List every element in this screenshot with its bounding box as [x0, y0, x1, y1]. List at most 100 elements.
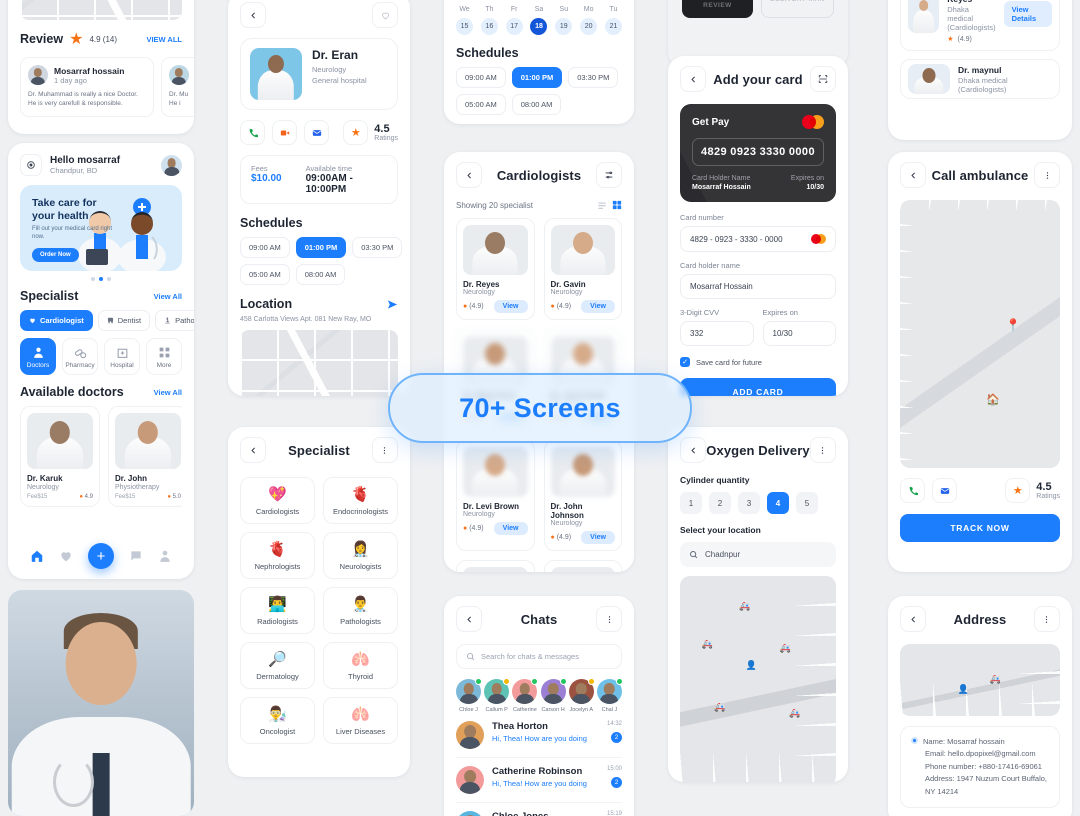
quantity-selector[interactable]: 1 2 3 4 5 — [680, 492, 836, 514]
calendar-day[interactable]: We 15 — [456, 6, 473, 35]
dot-active[interactable] — [99, 277, 103, 281]
day-number[interactable]: 17 — [505, 18, 523, 35]
menu-button[interactable] — [371, 437, 398, 463]
quick-action-more[interactable]: More — [146, 338, 182, 375]
scan-card-button[interactable] — [810, 66, 836, 92]
back-button[interactable] — [900, 606, 926, 632]
schedule-slot[interactable]: 05:00 AM — [456, 94, 506, 115]
home-icon[interactable] — [30, 549, 44, 563]
quick-action-doctors[interactable]: Doctors — [20, 338, 56, 375]
list-view-icon[interactable] — [597, 201, 607, 210]
filter-button[interactable] — [596, 162, 622, 188]
doctor-card[interactable]: Dr. John Johnson Neurology ● (4.9) View — [543, 440, 622, 551]
address-map[interactable]: 🚑 👤 — [900, 644, 1060, 716]
specialist-cell-nephrologists[interactable]: 🫀 Nephrologists — [240, 532, 315, 579]
schedule-slot[interactable]: 08:00 AM — [511, 94, 562, 115]
location-input[interactable]: Chadnpur — [680, 542, 836, 567]
location-map[interactable] — [240, 330, 398, 396]
chip-dentist[interactable]: Dentist — [97, 310, 151, 331]
grid-view-icon[interactable] — [612, 200, 622, 210]
specialist-cell-thyroid[interactable]: 🫁 Thyroid — [323, 642, 398, 689]
menu-button[interactable] — [1034, 162, 1060, 188]
specialist-cell-dermatology[interactable]: 🔎 Dermatology — [240, 642, 315, 689]
tab-customer-review[interactable]: CUSTOMER REVIEW — [682, 0, 753, 18]
story-item[interactable]: Catherine — [512, 678, 539, 713]
address-details-box[interactable]: Name: Mosarraf hossain Email: hello.dpop… — [900, 726, 1060, 808]
back-button[interactable] — [456, 162, 482, 188]
message-button[interactable] — [932, 478, 957, 503]
qty-option-1[interactable]: 1 — [680, 492, 702, 514]
ambulance-map[interactable]: 📍 🏠 — [900, 200, 1060, 468]
specialist-cell-neurologists[interactable]: 👩‍⚕️ Neurologists — [323, 532, 398, 579]
view-button[interactable]: View — [493, 522, 528, 535]
person-icon[interactable] — [158, 549, 172, 563]
location-icon[interactable] — [20, 154, 42, 176]
story-item[interactable]: Jocelyn A — [568, 678, 595, 713]
quick-action-pharmacy[interactable]: Pharmacy — [62, 338, 98, 375]
radio-selected-icon[interactable] — [911, 737, 918, 744]
story-item[interactable]: Carson H — [540, 678, 567, 713]
schedule-slot[interactable]: 08:00 AM — [295, 264, 346, 285]
qty-option-5[interactable]: 5 — [796, 492, 818, 514]
specialist-view-all[interactable]: View All — [154, 292, 182, 301]
message-button[interactable] — [304, 120, 329, 145]
specialist-cell-cardiologists[interactable]: 💖 Cardiologists — [240, 477, 315, 524]
calendar-day-selected[interactable]: Sa 18 — [530, 6, 548, 35]
schedule-slot-active[interactable]: 01:00 PM — [511, 67, 563, 88]
view-button[interactable]: View — [493, 300, 528, 313]
bottom-tabbar[interactable]: + — [8, 533, 194, 579]
specialist-cell-liver-diseases[interactable]: 🫁 Liver Diseases — [323, 697, 398, 744]
menu-button[interactable] — [596, 606, 622, 632]
doctor-card[interactable]: Dr. Levi Brown Neurology ● (4.9) View — [456, 440, 535, 551]
doctor-card[interactable] — [543, 560, 622, 572]
calendar-day[interactable]: Tu 21 — [604, 6, 622, 35]
dot[interactable] — [107, 277, 111, 281]
favorite-button[interactable] — [372, 2, 398, 28]
delivery-map[interactable]: 🚑 🚑 🚑 👤 🚑 🚑 — [680, 576, 836, 782]
day-number[interactable]: 20 — [580, 18, 598, 35]
back-button[interactable] — [240, 2, 266, 28]
doctor-list-row[interactable]: Dr. Gavin Reyes Dhaka medical (Cardiolog… — [900, 0, 1060, 51]
qty-option-4[interactable]: 4 — [767, 492, 789, 514]
add-card-button[interactable]: ADD CARD — [680, 378, 836, 396]
view-button[interactable]: View — [581, 531, 615, 544]
schedule-slot[interactable]: 09:00 AM — [456, 67, 506, 88]
call-button[interactable] — [240, 120, 265, 145]
schedule-slot[interactable]: 09:00 AM — [240, 237, 290, 258]
calendar-day[interactable]: Su 19 — [555, 6, 573, 35]
promo-banner[interactable]: Take care for your health Fill out your m… — [20, 185, 182, 271]
chat-thread[interactable]: Catherine Robinson 15:00 Hi, Thea! How a… — [456, 758, 622, 803]
calendar-day[interactable]: Mo 20 — [580, 6, 598, 35]
review-view-all[interactable]: VIEW ALL — [146, 35, 182, 44]
qty-option-3[interactable]: 3 — [738, 492, 760, 514]
search-input[interactable]: Search for chats & messages — [456, 644, 622, 669]
specialist-cell-radiologists[interactable]: 👨‍💻 Radiologists — [240, 587, 315, 634]
calendar-day[interactable]: Fr 17 — [505, 6, 523, 35]
doctor-card[interactable]: Dr. Reyes Neurology ● (4.9) View — [456, 218, 535, 320]
dot[interactable] — [91, 277, 95, 281]
heart-icon[interactable] — [59, 549, 73, 563]
story-item[interactable]: Callum P — [484, 678, 511, 713]
doctor-card[interactable]: Dr. Gavin Neurology ● (4.9) View — [543, 218, 622, 320]
chat-icon[interactable] — [129, 549, 143, 563]
add-button[interactable]: + — [87, 543, 114, 569]
tab-delivery-man[interactable]: DELIVERY MAN — [761, 0, 834, 18]
back-button[interactable] — [680, 66, 706, 92]
day-number[interactable]: 19 — [555, 18, 573, 35]
avatar[interactable] — [161, 154, 182, 176]
schedule-slot[interactable]: 03:30 PM — [352, 237, 403, 258]
day-number[interactable]: 16 — [480, 18, 498, 35]
expires-input[interactable]: 10/30 — [762, 321, 836, 346]
doctor-list-row[interactable]: Dr. maynul Dhaka medical (Cardiologists) — [900, 59, 1060, 99]
track-now-button[interactable]: TRACK NOW — [900, 514, 1060, 542]
back-button[interactable] — [456, 606, 482, 632]
story-item[interactable]: Chal J — [596, 678, 623, 713]
specialist-cell-oncologist[interactable]: 👨‍🔬 Oncologist — [240, 697, 315, 744]
view-details-button[interactable]: View Details — [1003, 0, 1052, 27]
banner-dots[interactable] — [20, 277, 182, 281]
back-button[interactable] — [680, 437, 706, 463]
view-button[interactable]: View — [581, 300, 615, 313]
doctor-card[interactable]: Dr. Karuk Neurology Fee$15 ● 4.9 — [20, 406, 100, 507]
calendar-day[interactable]: Th 16 — [480, 6, 498, 35]
specialist-cell-endocrinologists[interactable]: 🫀 Endocrinologists — [323, 477, 398, 524]
